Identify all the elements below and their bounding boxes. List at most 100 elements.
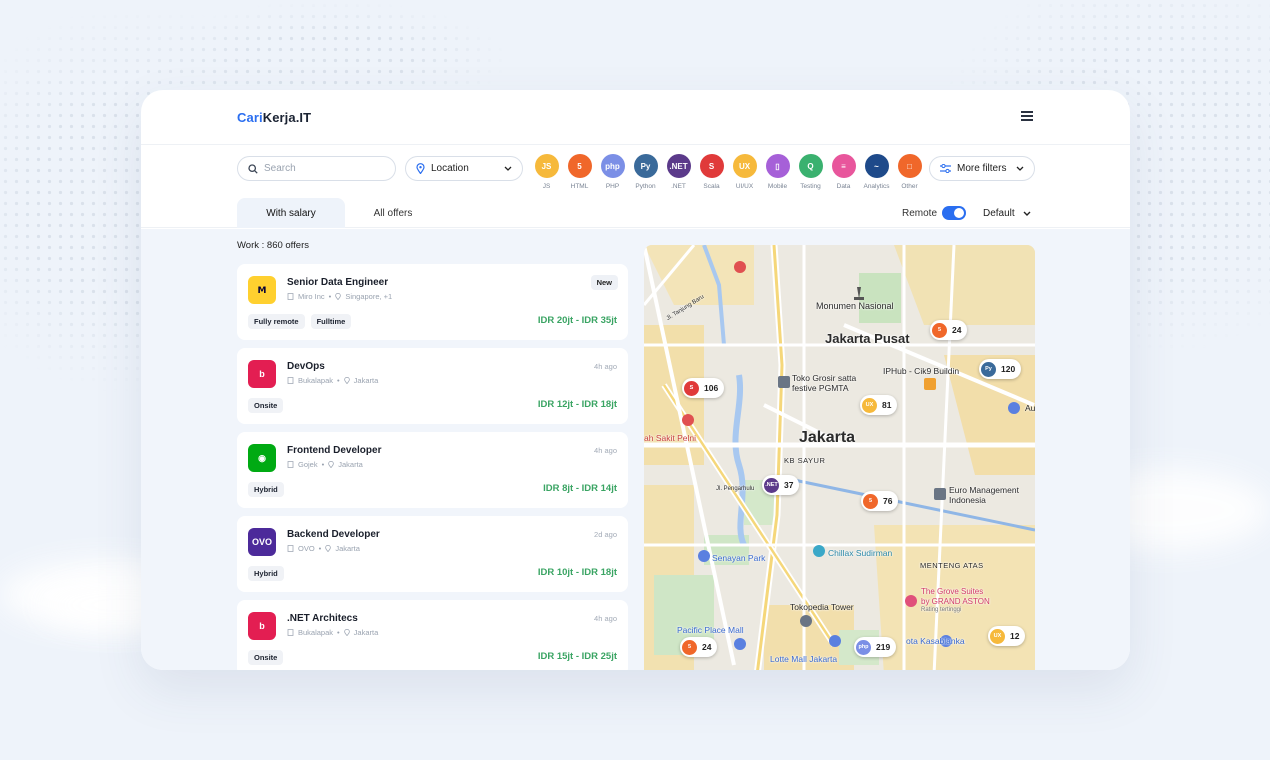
map-pin-count: 219 <box>876 642 891 652</box>
chevron-down-icon <box>504 166 512 171</box>
category-net-button[interactable]: .NET .NET <box>662 154 695 190</box>
category-label: UI/UX <box>735 183 754 190</box>
more-filters-button[interactable]: More filters <box>929 156 1035 181</box>
header: CariKerja.IT <box>141 90 1130 145</box>
category-scala-button[interactable]: S Scala <box>695 154 728 190</box>
category-analytics-button[interactable]: ~ Analytics <box>860 154 893 190</box>
map-pin[interactable]: php 219 <box>854 637 897 657</box>
company-logo: 𝗠 <box>248 276 276 304</box>
map-pin-count: 12 <box>1010 631 1020 641</box>
map-pin-icon: 5 <box>682 639 697 655</box>
location-pin-icon <box>328 461 335 468</box>
map-pin-count: 37 <box>784 480 794 490</box>
search-box[interactable] <box>237 156 396 181</box>
job-tags: Hybrid <box>248 482 284 497</box>
more-filters-label: More filters <box>957 163 1007 174</box>
map-label-sakit: ah Sakit Pelni <box>644 433 696 443</box>
sort-select[interactable]: Default <box>983 208 1031 219</box>
job-location: Jakarta <box>338 460 363 469</box>
remote-toggle[interactable] <box>942 206 966 220</box>
search-icon <box>248 163 258 174</box>
map-pin-icon: UX <box>862 397 877 413</box>
location-pin-icon <box>343 629 350 636</box>
brand-part1: Cari <box>237 110 263 125</box>
map-label-au: Au <box>1025 403 1035 413</box>
category-label: JS <box>542 183 551 190</box>
map-pin[interactable]: S 106 <box>682 378 725 398</box>
map-label-monas: Monumen Nasional <box>816 301 894 311</box>
category-label: Scala <box>703 183 720 190</box>
building-icon <box>287 545 294 552</box>
map-label-euro-1: Euro Management <box>949 485 1019 495</box>
search-input[interactable] <box>264 163 374 174</box>
category-mobile-button[interactable]: ▯ Mobile <box>761 154 794 190</box>
job-tag: Hybrid <box>248 566 284 581</box>
category-icon: ▯ <box>765 154 790 178</box>
map-pin-icon: .NET <box>764 477 779 493</box>
category-js-button[interactable]: JS JS <box>530 154 563 190</box>
category-data-button[interactable]: ≡ Data <box>827 154 860 190</box>
job-tags: Hybrid <box>248 566 284 581</box>
category-icon: □ <box>897 154 922 178</box>
job-salary: IDR 15jt - IDR 25jt <box>537 651 617 662</box>
category-icon: JS <box>534 154 559 178</box>
category-icon: Q <box>798 154 823 178</box>
map-pin-icon: UX <box>990 628 1005 644</box>
map-pin[interactable]: 5 24 <box>930 320 968 340</box>
map-label-euro-2: Indonesia <box>949 495 986 505</box>
map-label-kasablanka: ota Kasablanka <box>906 636 965 646</box>
brand-part2: Kerja.IT <box>262 110 312 125</box>
tab-all-offers[interactable]: All offers <box>345 198 441 228</box>
map-pin[interactable]: UX 12 <box>988 626 1026 646</box>
category-python-button[interactable]: Py Python <box>629 154 662 190</box>
category-icon: 5 <box>567 154 592 178</box>
map-pin[interactable]: UX 81 <box>860 395 898 415</box>
category-icon: ~ <box>864 154 889 178</box>
job-card[interactable]: ◉ Frontend Developer Gojek • Jakarta 4h … <box>237 432 628 508</box>
map-pin[interactable]: 5 24 <box>680 637 718 657</box>
category-icon: .NET <box>666 154 691 178</box>
category-testing-button[interactable]: Q Testing <box>794 154 827 190</box>
category-label: .NET <box>671 183 686 190</box>
job-card[interactable]: b .NET Architecs Bukalapak • Jakarta 4h … <box>237 600 628 670</box>
map-pin-icon: S <box>684 380 699 396</box>
separator-dot: • <box>318 544 322 553</box>
location-select[interactable]: Location <box>405 156 523 181</box>
menu-icon[interactable] <box>1021 111 1033 121</box>
category-label: Other <box>901 183 918 190</box>
company-name: Miro Inc <box>298 292 325 301</box>
location-pin-icon <box>343 377 350 384</box>
category-html-button[interactable]: 5 HTML <box>563 154 596 190</box>
category-filters: JS JS 5 HTML php PHP Py Python .NET .NET S Scala UX U… <box>530 154 926 190</box>
separator-dot: • <box>321 460 325 469</box>
job-tags: Onsite <box>248 398 284 413</box>
map-pin-icon: 5 <box>863 493 878 509</box>
category-icon: S <box>699 154 724 178</box>
brand-logo[interactable]: CariKerja.IT <box>237 110 311 125</box>
remote-label: Remote <box>902 208 938 219</box>
category-php-button[interactable]: php PHP <box>596 154 629 190</box>
offers-count: Work : 860 offers <box>237 240 309 251</box>
map-label-tokopedia: Tokopedia Tower <box>790 602 854 612</box>
map-label-pacific: Pacific Place Mall <box>677 625 744 635</box>
tab-with-salary[interactable]: With salary <box>237 198 345 228</box>
jobs-map[interactable]: Monumen Nasional Jakarta Pusat Jakarta K… <box>644 245 1035 670</box>
job-tag: Onsite <box>248 650 284 665</box>
map-pin-count: 76 <box>883 496 893 506</box>
job-card[interactable]: 𝗠 Senior Data Engineer Miro Inc • Singap… <box>237 264 628 340</box>
job-card[interactable]: OVO Backend Developer OVO • Jakarta 2d a… <box>237 516 628 592</box>
category-other-button[interactable]: □ Other <box>893 154 926 190</box>
tabs-bar: With salary All offers <box>141 198 1130 228</box>
map-pin[interactable]: Py 120 <box>979 359 1022 379</box>
map-pin[interactable]: 5 76 <box>861 491 899 511</box>
job-meta: Miro Inc • Singapore, +1 <box>287 292 392 301</box>
map-pin[interactable]: .NET 37 <box>762 475 800 495</box>
location-pin-icon <box>416 163 425 174</box>
building-icon <box>287 461 294 468</box>
map-label-grove-3: Rating tertinggi <box>921 607 962 613</box>
category-uiux-button[interactable]: UX UI/UX <box>728 154 761 190</box>
job-meta: Bukalapak • Jakarta <box>287 628 378 637</box>
job-card[interactable]: b DevOps Bukalapak • Jakarta 4h ago Onsi… <box>237 348 628 424</box>
company-name: Gojek <box>298 460 318 469</box>
job-location: Jakarta <box>353 628 379 637</box>
